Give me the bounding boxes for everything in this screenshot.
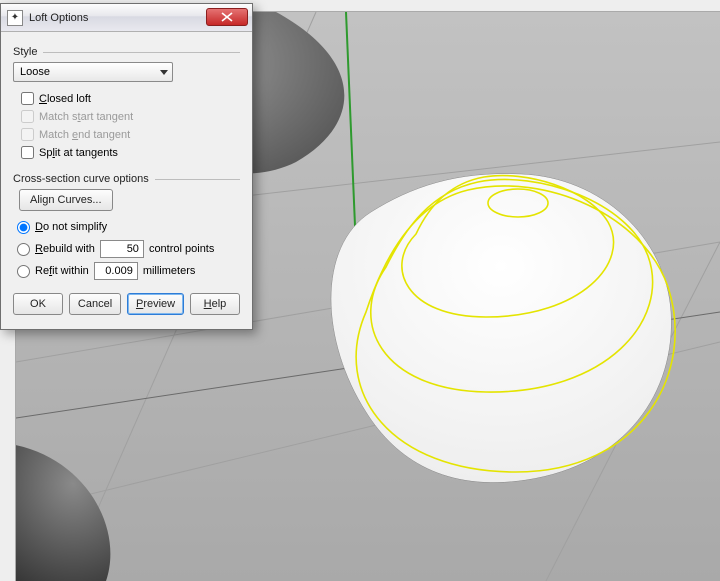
refit-label: Refit within bbox=[35, 265, 89, 277]
help-button[interactable]: Help bbox=[190, 293, 240, 315]
style-value: Loose bbox=[20, 66, 50, 78]
match-start-checkbox bbox=[21, 110, 34, 123]
split-tangents-check[interactable]: Split at tangents bbox=[21, 144, 240, 161]
match-end-check: Match end tangent bbox=[21, 126, 240, 143]
cancel-button[interactable]: Cancel bbox=[69, 293, 121, 315]
dialog-button-row: OK Cancel Preview Help bbox=[13, 287, 240, 319]
rebuild-radio[interactable]: Rebuild with control points bbox=[17, 239, 240, 259]
rebuild-value[interactable] bbox=[100, 240, 144, 258]
dialog-body: Style Loose Closed loft Match start tang… bbox=[1, 32, 252, 329]
dialog-title: Loft Options bbox=[29, 12, 88, 24]
style-legend: Style bbox=[13, 46, 240, 58]
ok-button[interactable]: OK bbox=[13, 293, 63, 315]
cross-section-legend: Cross-section curve options bbox=[13, 173, 240, 185]
rebuild-input[interactable] bbox=[17, 243, 30, 256]
app-icon: ✦ bbox=[7, 10, 23, 26]
match-end-checkbox bbox=[21, 128, 34, 141]
closed-loft-label: Closed loft bbox=[39, 93, 91, 105]
match-end-label: Match end tangent bbox=[39, 129, 130, 141]
rebuild-unit: control points bbox=[149, 243, 214, 255]
divider bbox=[43, 52, 240, 53]
preview-button[interactable]: Preview bbox=[127, 293, 184, 315]
cross-section-label: Cross-section curve options bbox=[13, 173, 149, 185]
app-root: ✦ Loft Options Style Loose Closed loft bbox=[0, 0, 720, 581]
refit-input[interactable] bbox=[17, 265, 30, 278]
refit-radio[interactable]: Refit within millimeters bbox=[17, 261, 240, 281]
do-not-simplify-radio[interactable]: Do not simplify bbox=[17, 217, 240, 237]
closed-loft-check[interactable]: Closed loft bbox=[21, 90, 240, 107]
rebuild-label: Rebuild with bbox=[35, 243, 95, 255]
do-not-simplify-input[interactable] bbox=[17, 221, 30, 234]
do-not-simplify-label: Do not simplify bbox=[35, 221, 107, 233]
split-tangents-label: Split at tangents bbox=[39, 147, 118, 159]
close-icon bbox=[221, 12, 233, 22]
split-tangents-checkbox[interactable] bbox=[21, 146, 34, 159]
match-start-label: Match start tangent bbox=[39, 111, 133, 123]
style-combobox[interactable]: Loose bbox=[13, 62, 173, 82]
refit-unit: millimeters bbox=[143, 265, 196, 277]
chevron-down-icon bbox=[160, 70, 168, 75]
divider bbox=[155, 179, 240, 180]
titlebar[interactable]: ✦ Loft Options bbox=[1, 4, 252, 32]
closed-loft-checkbox[interactable] bbox=[21, 92, 34, 105]
loft-options-dialog: ✦ Loft Options Style Loose Closed loft bbox=[0, 3, 253, 330]
refit-value[interactable] bbox=[94, 262, 138, 280]
match-start-check: Match start tangent bbox=[21, 108, 240, 125]
align-curves-button[interactable]: Align Curves... bbox=[19, 189, 113, 211]
style-label: Style bbox=[13, 46, 37, 58]
close-button[interactable] bbox=[206, 8, 248, 26]
